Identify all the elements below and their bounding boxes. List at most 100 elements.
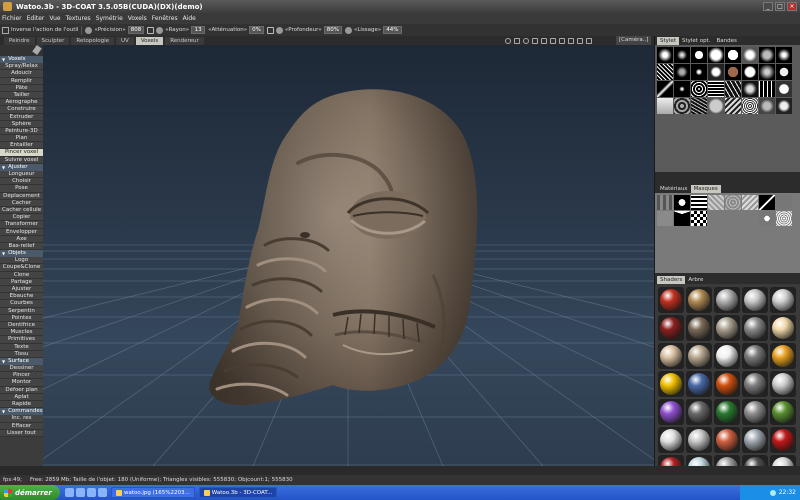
shader-thumbnail[interactable] bbox=[742, 427, 768, 453]
shader-thumbnail[interactable] bbox=[714, 399, 740, 425]
tab-stylet[interactable]: Stylet bbox=[657, 37, 679, 45]
menu-fenetres[interactable]: Fenêtres bbox=[152, 15, 178, 22]
shader-thumbnail[interactable] bbox=[686, 343, 712, 369]
shader-thumbnail[interactable] bbox=[714, 371, 740, 397]
shader-thumbnail[interactable] bbox=[658, 287, 684, 313]
undo-icon[interactable] bbox=[532, 37, 538, 44]
tool-item[interactable]: Spray/Relax bbox=[0, 63, 43, 71]
attenuation-option[interactable]: «Atténuation» 0% bbox=[208, 26, 264, 34]
tool-item[interactable]: Plan bbox=[0, 135, 43, 143]
tool-item[interactable]: Entailler bbox=[0, 142, 43, 150]
close-button[interactable]: × bbox=[787, 2, 797, 11]
lock-icon[interactable] bbox=[559, 37, 565, 44]
shader-thumbnail[interactable] bbox=[742, 315, 768, 341]
brush-alpha-thumbnail[interactable] bbox=[708, 64, 724, 80]
mask-thumbnail[interactable] bbox=[657, 211, 673, 226]
shader-thumbnail[interactable] bbox=[714, 427, 740, 453]
section-header[interactable]: ▼ Surface bbox=[0, 357, 43, 366]
menu-aide[interactable]: Aide bbox=[183, 15, 196, 22]
tool-item[interactable]: Clone bbox=[0, 271, 43, 279]
shader-thumbnail[interactable] bbox=[742, 287, 768, 313]
attenuation-value[interactable]: 0% bbox=[249, 26, 264, 34]
brush-alpha-thumbnail[interactable] bbox=[776, 81, 792, 97]
tool-item[interactable]: Texte bbox=[0, 343, 43, 351]
menu-vue[interactable]: Vue bbox=[49, 15, 60, 22]
camera-dropdown[interactable]: [Caméra..] bbox=[616, 36, 652, 45]
tool-item[interactable]: Tailler bbox=[0, 91, 43, 100]
depth-option[interactable]: «Profondeur» 80% bbox=[266, 26, 342, 34]
brush-alpha-thumbnail[interactable] bbox=[759, 64, 775, 80]
brush-alpha-thumbnail[interactable] bbox=[691, 81, 707, 97]
tool-item[interactable]: Transformer bbox=[0, 221, 43, 229]
tool-item[interactable]: Effacer bbox=[0, 422, 43, 430]
section-header[interactable]: ▼ Ajuster bbox=[0, 163, 43, 171]
tool-item[interactable]: Montor bbox=[0, 379, 43, 387]
menu-textures[interactable]: Textures bbox=[66, 15, 91, 22]
tool-item[interactable]: Copier bbox=[0, 214, 43, 222]
network-icon[interactable] bbox=[769, 489, 776, 496]
mask-thumbnail[interactable] bbox=[759, 195, 775, 210]
shader-thumbnail[interactable] bbox=[770, 343, 796, 369]
shader-thumbnail[interactable] bbox=[714, 315, 740, 341]
tool-item[interactable]: Défoer plan bbox=[0, 386, 43, 394]
tool-item[interactable]: Ebauche bbox=[0, 293, 43, 301]
shader-thumbnail[interactable] bbox=[742, 343, 768, 369]
brush-alpha-thumbnail[interactable] bbox=[657, 47, 673, 63]
zoom-view-icon[interactable] bbox=[523, 37, 529, 44]
precision-value[interactable]: 808 bbox=[127, 26, 145, 34]
brush-preset-icon[interactable] bbox=[0, 45, 43, 56]
minimize-button[interactable]: _ bbox=[763, 2, 773, 11]
tool-item[interactable]: Dentifrice bbox=[0, 321, 43, 330]
grid-icon[interactable] bbox=[550, 37, 556, 44]
start-button[interactable]: démarrer bbox=[0, 485, 60, 500]
radius-option[interactable]: «Rayon» 13 bbox=[147, 26, 206, 34]
shader-thumbnail[interactable] bbox=[658, 315, 684, 341]
tool-item[interactable]: Ajuster bbox=[0, 286, 43, 294]
rotate-view-icon[interactable] bbox=[505, 37, 511, 44]
browser-icon[interactable] bbox=[65, 488, 74, 497]
brush-alpha-thumbnail[interactable] bbox=[725, 81, 741, 97]
smoothing-value[interactable]: 44% bbox=[383, 26, 402, 34]
tool-item[interactable]: Déplacement bbox=[0, 192, 43, 200]
brush-alpha-thumbnail[interactable] bbox=[674, 64, 690, 80]
tool-item[interactable]: Pincer bbox=[0, 372, 43, 380]
tab-rendereur[interactable]: Rendereur bbox=[165, 37, 204, 45]
tool-item[interactable]: Coupe&Clone bbox=[0, 264, 43, 272]
shader-thumbnail[interactable] bbox=[658, 343, 684, 369]
folder-icon[interactable] bbox=[98, 488, 107, 497]
mask-thumbnail[interactable] bbox=[691, 195, 707, 210]
shader-thumbnail[interactable] bbox=[686, 287, 712, 313]
invert-action-option[interactable]: Inverse l'action de l'outil bbox=[2, 26, 78, 34]
shader-thumbnail[interactable] bbox=[742, 399, 768, 425]
viewport-scene[interactable] bbox=[43, 45, 654, 466]
3d-viewport[interactable] bbox=[43, 45, 654, 466]
redo-icon[interactable] bbox=[541, 37, 547, 44]
tool-item[interactable]: Pose bbox=[0, 185, 43, 193]
menu-symetrie[interactable]: Symétrie bbox=[96, 15, 123, 22]
tab-peindre[interactable]: Peindre bbox=[4, 37, 35, 45]
tool-item[interactable]: Pointes bbox=[0, 314, 43, 322]
brush-alpha-thumbnail[interactable] bbox=[742, 64, 758, 80]
shader-thumbnail[interactable] bbox=[714, 287, 740, 313]
shader-thumbnail[interactable] bbox=[658, 427, 684, 453]
tool-item[interactable]: Primitives bbox=[0, 336, 43, 344]
shader-thumbnail[interactable] bbox=[686, 315, 712, 341]
mask-thumbnail[interactable] bbox=[657, 195, 673, 210]
brush-alpha-thumbnail[interactable] bbox=[776, 64, 792, 80]
mask-thumbnail[interactable] bbox=[776, 195, 792, 210]
tab-arbre[interactable]: Arbre bbox=[685, 276, 706, 284]
tab-bandes[interactable]: Bandes bbox=[713, 37, 739, 45]
shader-thumbnail[interactable] bbox=[770, 371, 796, 397]
brush-alpha-thumbnail[interactable] bbox=[759, 98, 775, 114]
tool-item[interactable]: Dessiner bbox=[0, 365, 43, 373]
tool-item[interactable]: Lisser tout bbox=[0, 429, 43, 437]
desktop-icon[interactable] bbox=[76, 488, 85, 497]
section-header[interactable]: ▼ Commandes bbox=[0, 408, 43, 416]
tab-retopologie[interactable]: Retopologie bbox=[71, 37, 115, 45]
tool-item[interactable]: Choisir bbox=[0, 178, 43, 186]
brush-alpha-thumbnail[interactable] bbox=[708, 81, 724, 97]
brush-alpha-thumbnail[interactable] bbox=[742, 98, 758, 114]
media-icon[interactable] bbox=[87, 488, 96, 497]
menu-fichier[interactable]: Fichier bbox=[2, 15, 22, 22]
brush-alpha-thumbnail[interactable] bbox=[759, 81, 775, 97]
